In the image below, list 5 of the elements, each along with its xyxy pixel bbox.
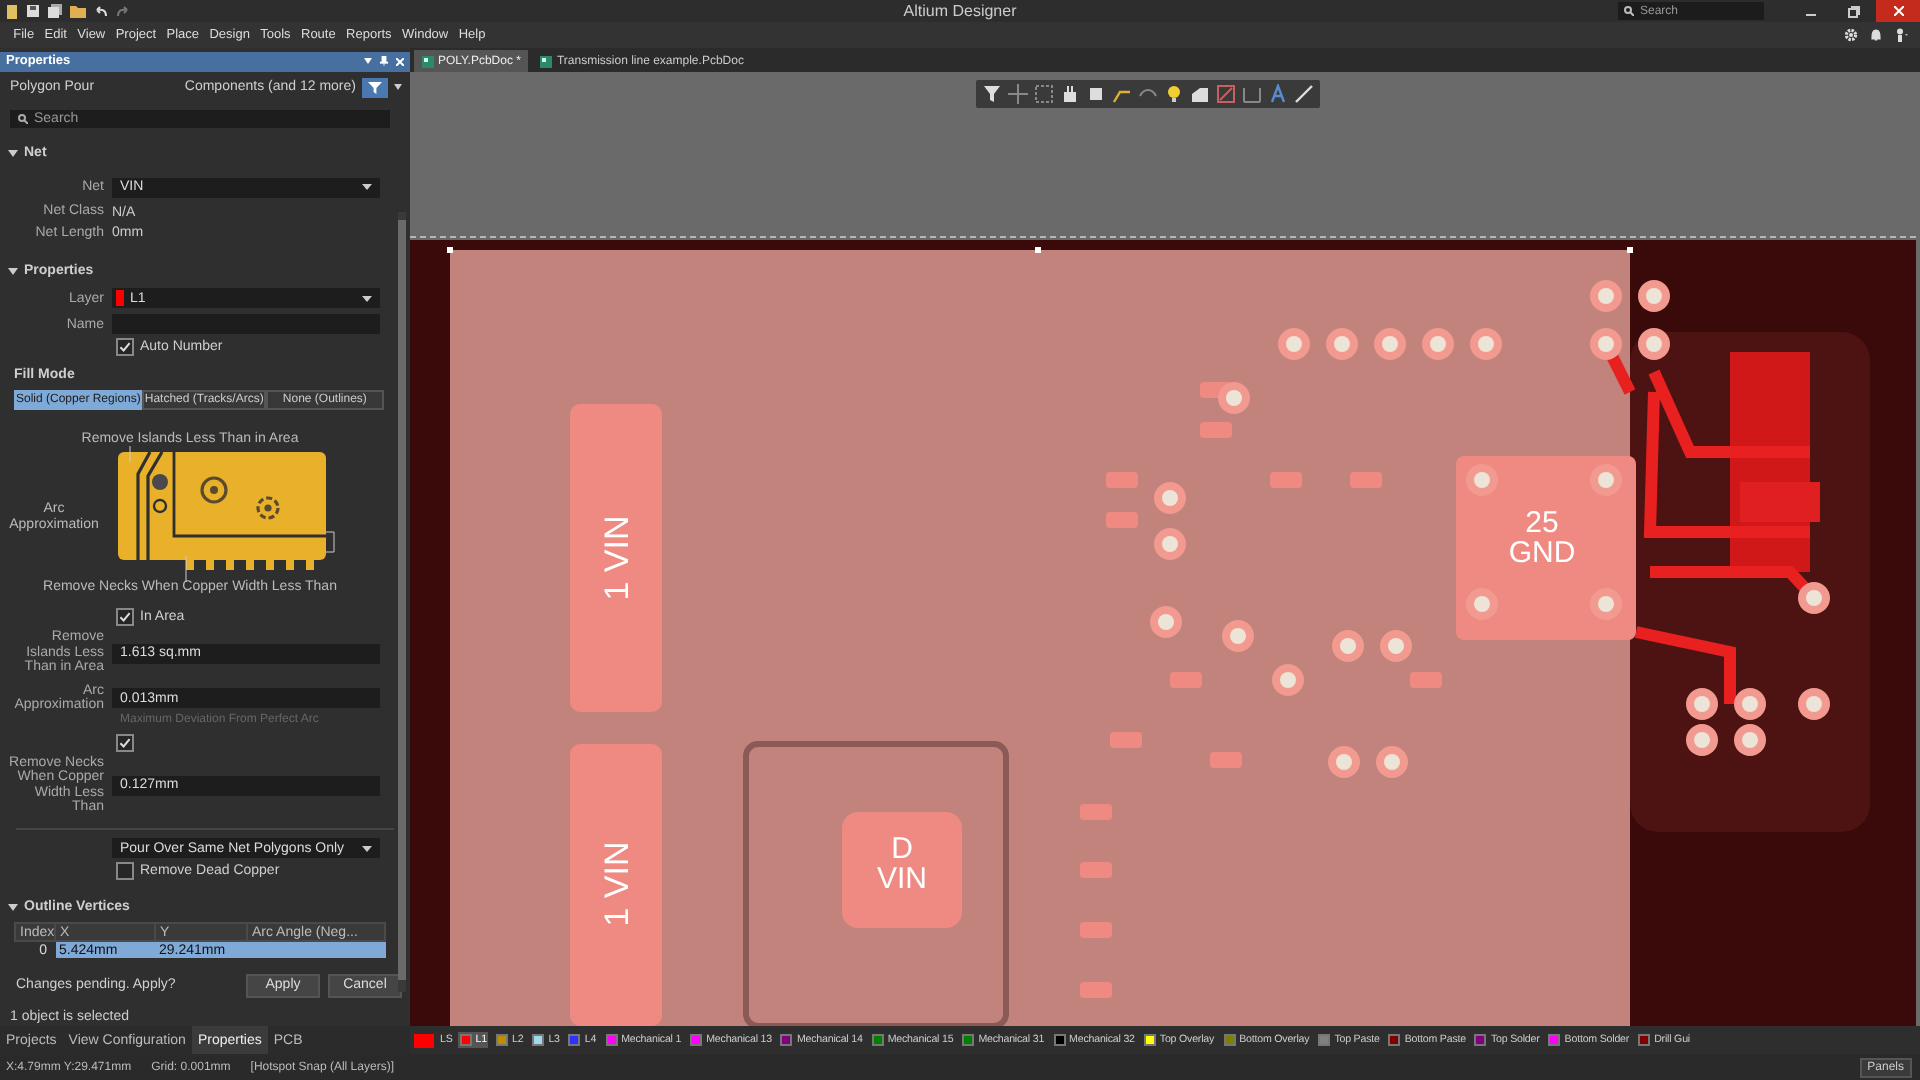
pad-label: D VIN [877, 832, 927, 896]
pad-label: 1 VIN [598, 515, 636, 601]
window-title: Altium Designer [901, 2, 1019, 20]
pad-label: 1 VIN [598, 841, 636, 927]
pad-label: 25 GND [1508, 506, 1576, 570]
